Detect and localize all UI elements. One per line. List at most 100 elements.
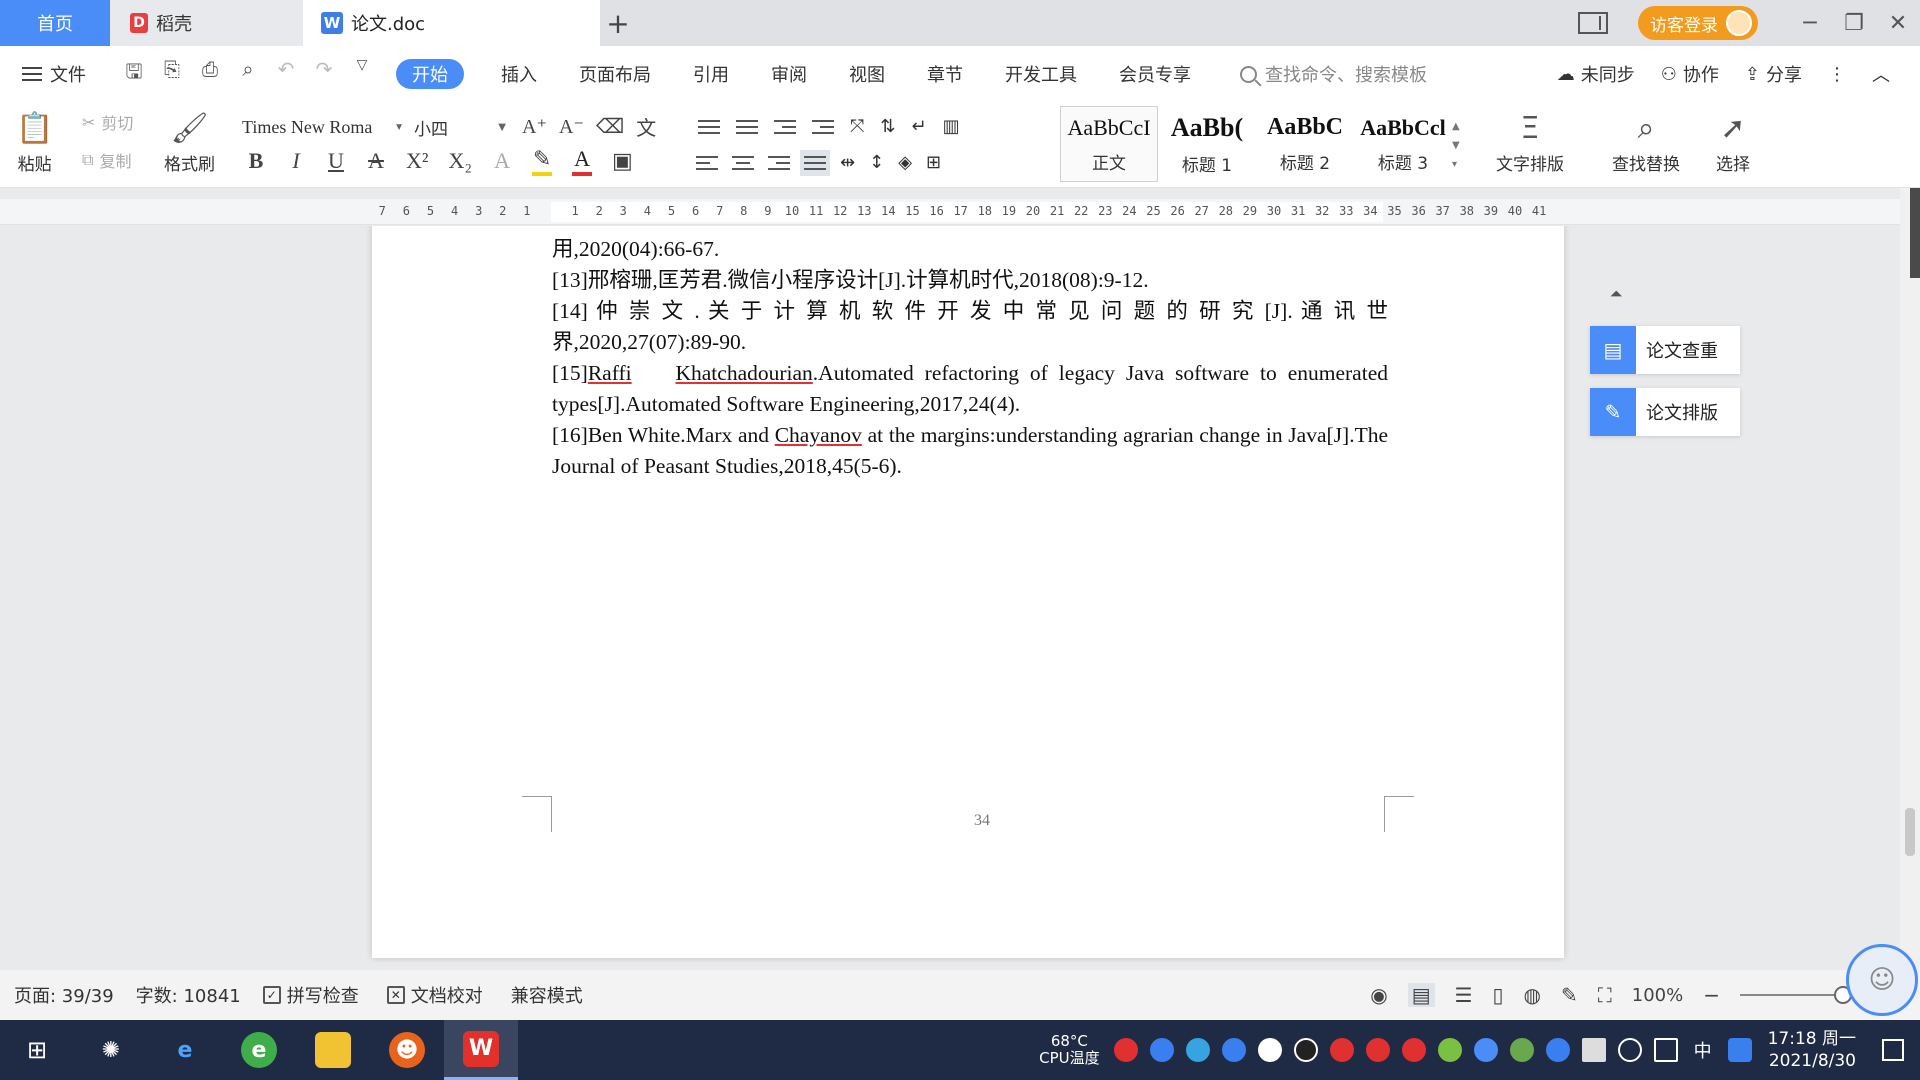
tab-docer[interactable]: D 稻壳 (110, 0, 303, 46)
select-button[interactable]: ➚ 选择 (1716, 106, 1750, 176)
zoom-out-icon[interactable]: − (1703, 983, 1720, 1007)
word-count[interactable]: 字数: 10841 (136, 982, 241, 1008)
chevron-up-icon[interactable]: ▲ (1452, 121, 1468, 132)
tab-document[interactable]: W 论文.doc (303, 0, 600, 46)
tray-app-icon[interactable] (1113, 1038, 1138, 1062)
vertical-scrollbar[interactable] (1900, 188, 1920, 970)
undo-icon[interactable]: ↶ (274, 57, 298, 91)
proofread-button[interactable]: ✕ 文档校对 (386, 982, 483, 1008)
notification-center-icon[interactable] (1882, 1039, 1904, 1061)
bullet-list-icon[interactable] (698, 118, 720, 136)
tab-member[interactable]: 会员专享 (1098, 59, 1212, 89)
shading-icon[interactable]: ◈ (898, 152, 912, 173)
find-replace-button[interactable]: ⌕ 查找替换 (1612, 106, 1680, 176)
underline-icon[interactable]: U (326, 148, 346, 174)
fit-page-icon[interactable]: ⛶ (1598, 983, 1612, 1007)
tab-view[interactable]: 视图 (828, 59, 906, 89)
horizontal-ruler[interactable]: 7 6 5 4 3 2 1 1 2 3 4 5 6 7 8 9 10 11 12 13 14 15 16 17 18 19 20 21… (0, 199, 1920, 225)
line-spacing-icon[interactable]: ↕ (869, 152, 884, 173)
bold-icon[interactable]: B (246, 148, 266, 174)
taskbar-app[interactable]: e (222, 1020, 296, 1080)
highlight-icon[interactable]: ✎ (532, 146, 553, 176)
italic-icon[interactable]: I (286, 148, 306, 174)
collapse-panel-icon[interactable]: ⏶ (1598, 276, 1634, 312)
cpu-temperature[interactable]: 68°C CPU温度 (1039, 1033, 1100, 1067)
write-view-icon[interactable]: ✎ (1561, 983, 1578, 1007)
tab-home[interactable]: 首页 (0, 0, 110, 46)
align-right-icon[interactable] (768, 154, 790, 172)
clear-format-icon[interactable]: ⌫ (596, 114, 624, 139)
battery-icon[interactable] (1581, 1038, 1606, 1062)
sort-icon[interactable]: ⇅ (880, 116, 895, 137)
print-icon[interactable]: ⎙ (198, 57, 222, 91)
taskbar-app[interactable]: ☻ (370, 1020, 444, 1080)
assistant-avatar[interactable]: ☺ (1846, 944, 1918, 1016)
clock[interactable]: 17:18 周一 2021/8/30 (1768, 1028, 1856, 1072)
expand-icon[interactable]: ▾ (1452, 159, 1468, 170)
format-painter-button[interactable]: 🖌 格式刷 (164, 106, 215, 176)
paste-button[interactable]: 📋 粘贴 (16, 106, 53, 176)
wifi-icon[interactable] (1617, 1038, 1642, 1062)
increase-indent-icon[interactable] (812, 118, 834, 136)
taskbar-app[interactable]: ✺ (74, 1020, 148, 1080)
style-heading-2[interactable]: AaBbC 标题 2 (1256, 106, 1354, 182)
font-family-select[interactable]: Times New Roma ▼ (232, 112, 410, 142)
collapse-ribbon-icon[interactable]: ︿ (1872, 61, 1890, 87)
decrease-indent-icon[interactable] (774, 118, 796, 136)
numbered-list-icon[interactable] (736, 118, 758, 136)
text-layout-button[interactable]: Ξ 文字排版 (1496, 106, 1564, 176)
collaborate-button[interactable]: ⚇ 协作 (1661, 61, 1719, 87)
save-icon[interactable]: 🖫 (122, 57, 146, 91)
reading-view-icon[interactable]: ▯ (1493, 983, 1504, 1007)
print-preview-icon[interactable]: ⌕ (236, 57, 260, 91)
restore-button[interactable]: ❐ (1832, 0, 1876, 46)
tray-q-icon[interactable] (1727, 1038, 1752, 1062)
grow-font-icon[interactable]: A⁺ (522, 114, 547, 139)
strikethrough-icon[interactable]: A (366, 148, 386, 174)
taskbar-app[interactable] (296, 1020, 370, 1080)
web-view-icon[interactable]: ◍ (1524, 983, 1541, 1007)
start-button[interactable]: ⊞ (0, 1020, 74, 1080)
share-button[interactable]: ⇪ 分享 (1745, 61, 1802, 87)
volume-icon[interactable] (1653, 1038, 1678, 1062)
sync-button[interactable]: ☁ 未同步 (1557, 61, 1635, 87)
distributed-icon[interactable]: ⇹ (840, 152, 855, 173)
customize-dropdown-icon[interactable]: ▽ (350, 57, 374, 91)
copy-button[interactable]: ⧉ 复制 (82, 148, 131, 172)
tab-insert[interactable]: 插入 (480, 59, 558, 89)
document-page[interactable]: 用,2020(04):66-67. [13]邢榕珊,匡芳君.微信小程序设计[J]… (372, 226, 1564, 958)
file-menu[interactable]: 文件 (22, 61, 86, 87)
ime-indicator[interactable]: 中 (1694, 1037, 1712, 1063)
nvidia-icon[interactable] (1509, 1038, 1534, 1062)
font-color-icon[interactable]: A (572, 146, 593, 176)
tray-app-icon[interactable] (1473, 1038, 1498, 1062)
style-normal[interactable]: AaBbCcI 正文 (1060, 106, 1158, 182)
paper-layout-button[interactable]: ✎ 论文排版 (1590, 388, 1740, 436)
bell-icon[interactable] (1257, 1038, 1282, 1062)
shrink-font-icon[interactable]: A⁻ (559, 114, 584, 139)
tray-app-icon[interactable] (1329, 1038, 1354, 1062)
align-left-icon[interactable] (696, 154, 718, 172)
scroll-thumb[interactable] (1905, 808, 1915, 856)
paper-check-button[interactable]: ▤ 论文查重 (1590, 326, 1740, 374)
tab-developer[interactable]: 开发工具 (984, 59, 1098, 89)
taskbar-app[interactable]: e (148, 1020, 222, 1080)
document-area[interactable]: 用,2020(04):66-67. [13]邢榕珊,匡芳君.微信小程序设计[J]… (0, 226, 1900, 970)
paragraph-mark-icon[interactable]: ↵ (912, 116, 927, 137)
command-search[interactable]: 查找命令、搜索模板 (1240, 61, 1427, 87)
bluetooth-icon[interactable] (1545, 1038, 1570, 1062)
page-view-icon[interactable]: ▤ (1407, 983, 1435, 1007)
window-layout-icon[interactable] (1578, 12, 1608, 34)
tab-page-layout[interactable]: 页面布局 (558, 59, 672, 89)
superscript-icon[interactable]: X² (406, 148, 428, 174)
char-border-icon[interactable]: ▣ (612, 148, 633, 174)
table-ruler-icon[interactable]: ▥ (943, 116, 960, 137)
align-center-icon[interactable] (732, 154, 754, 172)
eye-protection-icon[interactable]: ◉ (1370, 983, 1387, 1007)
outline-view-icon[interactable]: ☰ (1455, 983, 1473, 1007)
page-indicator[interactable]: 页面: 39/39 (14, 982, 114, 1008)
new-tab-button[interactable]: + (600, 0, 636, 46)
guest-login-button[interactable]: 访客登录 (1638, 6, 1758, 40)
redo-icon[interactable]: ↷ (312, 57, 336, 91)
document-body[interactable]: 用,2020(04):66-67. [13]邢榕珊,匡芳君.微信小程序设计[J]… (552, 234, 1388, 482)
